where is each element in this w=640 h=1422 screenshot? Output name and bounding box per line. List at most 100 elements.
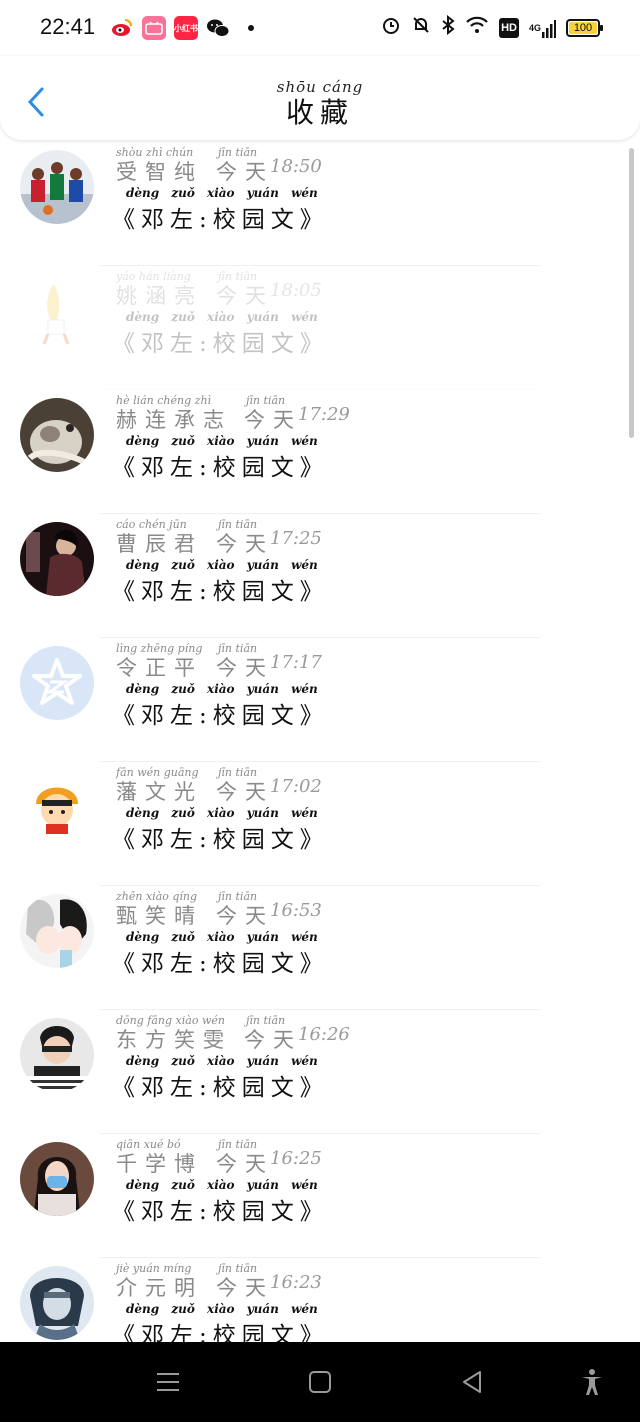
date-label: 今天 (216, 1276, 274, 1300)
list-item[interactable]: lìng zhēng píng 令正平 jīn tiān 今天 17:17 dèng zu… (0, 638, 640, 762)
sender-name: 千学博 (116, 1152, 203, 1176)
date-label: 今天 (216, 780, 274, 804)
menu-icon (157, 1373, 179, 1391)
list-item-text: dōng fāng xiào wén 东方笑雯 jīn tiān 今天 16:26 dèn… (112, 1014, 532, 1101)
list-item[interactable]: zhēn xiào qíng 甄笑晴 jīn tiān 今天 16:53 dèng zuǒ… (0, 886, 640, 1010)
date-label: 今天 (216, 532, 274, 556)
page-title: shōu cáng 收藏 (0, 78, 640, 128)
timestamp: 17:17 (270, 652, 322, 673)
xiaohongshu-icon: 小红书 (174, 16, 198, 40)
avatar[interactable] (20, 1018, 94, 1092)
avatar[interactable] (20, 274, 94, 348)
message-pinyin: dèng zuǒ xiào yuán wén (126, 1054, 318, 1068)
home-button[interactable] (306, 1368, 334, 1396)
timestamp: 17:02 (270, 776, 322, 797)
message-preview: dèng zuǒ xiào yuán wén 《邓左:校园文》 (112, 310, 532, 358)
hd-badge: HD (499, 17, 519, 38)
avatar[interactable] (20, 1142, 94, 1216)
message-text: 《邓左:校园文》 (112, 1199, 329, 1225)
message-preview: dèng zuǒ xiào yuán wén 《邓左:校园文》 (112, 186, 532, 234)
list-item[interactable]: cáo chén jūn 曹辰君 jīn tiān 今天 17:25 dèng zuǒ x… (0, 514, 640, 638)
list-item-text: yáo hán liàng 姚涵亮 jīn tiān 今天 18:05 dèng zuǒ … (112, 270, 532, 357)
date-label: 今天 (244, 408, 302, 432)
sender-name: 受智纯 (116, 160, 203, 184)
timestamp: 18:50 (270, 156, 322, 177)
list-item[interactable]: yáo hán liàng 姚涵亮 jīn tiān 今天 18:05 dèng zuǒ … (0, 266, 640, 390)
alarm-icon (381, 15, 401, 40)
list-item-text: jiè yuán míng 介元明 jīn tiān 今天 16:23 dèng zuǒ … (112, 1262, 532, 1342)
message-text: 《邓左:校园文》 (112, 1323, 329, 1342)
mute-bell-icon (411, 15, 431, 40)
timestamp: 16:23 (270, 1272, 322, 1293)
avatar[interactable] (20, 1266, 94, 1340)
list-item-text: lìng zhēng píng 令正平 jīn tiān 今天 17:17 dèng zu… (112, 642, 532, 729)
timestamp: 16:53 (270, 900, 322, 921)
message-preview: dèng zuǒ xiào yuán wén 《邓左:校园文》 (112, 558, 532, 606)
message-text: 《邓左:校园文》 (112, 703, 329, 729)
list-item-text: qiān xué bó 千学博 jīn tiān 今天 16:25 dèng zuǒ xi… (112, 1138, 532, 1225)
message-pinyin: dèng zuǒ xiào yuán wén (126, 558, 318, 572)
system-icons: HD 4G 100 (381, 14, 603, 40)
list-item[interactable]: qiān xué bó 千学博 jīn tiān 今天 16:25 dèng zuǒ xi… (0, 1134, 640, 1258)
timestamp: 18:05 (270, 280, 322, 301)
nav-back-button[interactable] (458, 1368, 486, 1396)
avatar[interactable] (20, 150, 94, 224)
bilibili-icon (142, 16, 166, 40)
message-pinyin: dèng zuǒ xiào yuán wén (126, 434, 318, 448)
date-label: 今天 (216, 160, 274, 184)
page-title-text: 收藏 (285, 96, 354, 129)
message-pinyin: dèng zuǒ xiào yuán wén (126, 806, 318, 820)
list-item-text: zhēn xiào qíng 甄笑晴 jīn tiān 今天 16:53 dèng zuǒ… (112, 890, 532, 977)
battery-level: 100 (573, 21, 593, 34)
clock: 22:41 (40, 14, 96, 39)
status-bar: 22:41 小红书 HD 4G 100 (0, 0, 640, 56)
home-icon (309, 1371, 331, 1393)
message-preview: dèng zuǒ xiào yuán wén 《邓左:校园文》 (112, 806, 532, 854)
message-text: 《邓左:校园文》 (112, 207, 329, 233)
list-item[interactable]: hè lián chéng zhì 赫连承志 jīn tiān 今天 17:29 dèng… (0, 390, 640, 514)
timestamp: 17:29 (298, 404, 350, 425)
message-pinyin: dèng zuǒ xiào yuán wén (126, 1302, 318, 1316)
message-text: 《邓左:校园文》 (112, 455, 329, 481)
message-text: 《邓左:校园文》 (112, 579, 329, 605)
network-type: 4G (528, 22, 541, 33)
sender-name: 介元明 (116, 1276, 203, 1300)
avatar[interactable] (20, 522, 94, 596)
avatar[interactable] (20, 398, 94, 472)
menu-button[interactable] (154, 1368, 182, 1396)
notification-icons: 小红书 (110, 16, 254, 40)
sender-name: 姚涵亮 (116, 284, 203, 308)
message-preview: dèng zuǒ xiào yuán wén 《邓左:校园文》 (112, 682, 532, 730)
date-label: 今天 (216, 284, 274, 308)
page-title-pinyin: shōu cáng (276, 78, 364, 96)
list-item[interactable]: dōng fāng xiào wén 东方笑雯 jīn tiān 今天 16:26 dèn… (0, 1010, 640, 1134)
avatar[interactable] (20, 770, 94, 844)
favorites-list[interactable]: shòu zhì chún 受智纯 jīn tiān 今天 18:50 dèng zuǒ … (0, 142, 640, 1342)
avatar[interactable] (20, 646, 94, 720)
sender-name: 东方笑雯 (116, 1028, 232, 1052)
message-pinyin: dèng zuǒ xiào yuán wén (126, 310, 318, 324)
scrollbar[interactable] (629, 148, 634, 438)
message-text: 《邓左:校园文》 (112, 951, 329, 977)
weibo-icon (110, 16, 134, 40)
timestamp: 17:25 (270, 528, 322, 549)
wechat-icon (206, 16, 230, 40)
message-pinyin: dèng zuǒ xiào yuán wén (126, 1178, 318, 1192)
list-item[interactable]: shòu zhì chún 受智纯 jīn tiān 今天 18:50 dèng zuǒ … (0, 142, 640, 266)
battery-indicator: 100 (566, 18, 603, 37)
message-text: 《邓左:校园文》 (112, 1075, 329, 1101)
app-header: shōu cáng 收藏 (0, 56, 640, 140)
message-preview: dèng zuǒ xiào yuán wén 《邓左:校园文》 (112, 930, 532, 978)
list-item[interactable]: jiè yuán míng 介元明 jīn tiān 今天 16:23 dèng zuǒ … (0, 1258, 640, 1342)
message-pinyin: dèng zuǒ xiào yuán wén (126, 186, 318, 200)
back-icon (463, 1371, 481, 1393)
bluetooth-icon (441, 14, 455, 40)
timestamp: 16:25 (270, 1148, 322, 1169)
list-item-text: hè lián chéng zhì 赫连承志 jīn tiān 今天 17:29 dèng… (112, 394, 532, 481)
date-label: 今天 (216, 656, 274, 680)
avatar[interactable] (20, 894, 94, 968)
message-text: 《邓左:校园文》 (112, 331, 329, 357)
list-item[interactable]: fān wén guāng 藩文光 jīn tiān 今天 17:02 dèng zuǒ … (0, 762, 640, 886)
accessibility-button[interactable] (578, 1368, 606, 1396)
more-notifications-dot (248, 25, 254, 31)
